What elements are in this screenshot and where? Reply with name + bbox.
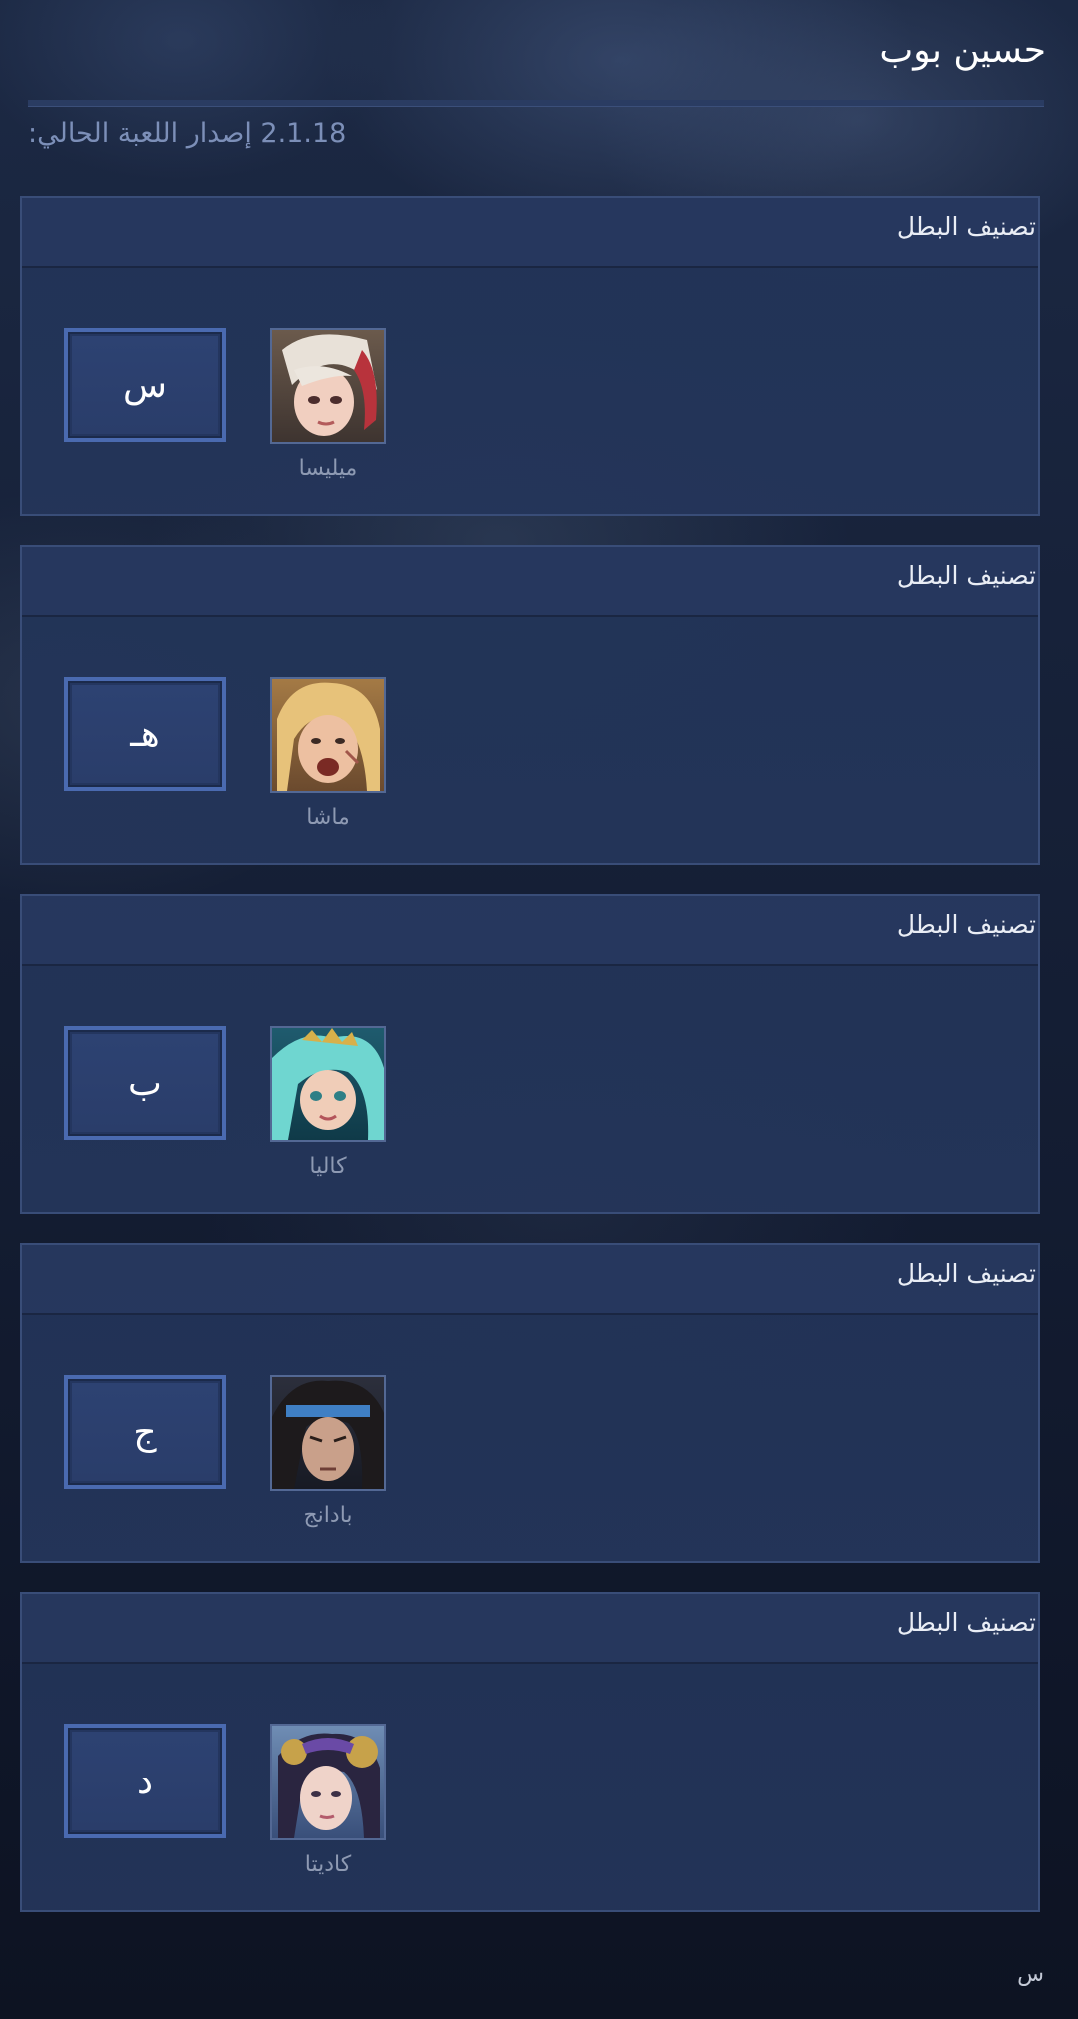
game-version: 2.1.18 إصدار اللعبة الحالي: xyxy=(28,118,347,149)
hero-rating-card: تصنيف البطل د كاديتا xyxy=(20,1592,1040,1912)
grade-letter: هـ xyxy=(72,685,218,783)
hero-rating-card: تصنيف البطل ب كاليا xyxy=(20,894,1040,1214)
card-header: تصنيف البطل xyxy=(22,547,1038,617)
card-title: تصنيف البطل xyxy=(896,910,1036,939)
hero-rating-card: تصنيف البطل ج بادانج xyxy=(20,1243,1040,1563)
hero-portrait-melissa[interactable] xyxy=(270,328,386,444)
grade-letter: ج xyxy=(72,1383,218,1481)
hero-name: كاليا xyxy=(309,1154,347,1179)
footer-letter: س xyxy=(1017,1962,1044,1987)
grade-letter: س xyxy=(72,336,218,434)
hero-portrait-kadita[interactable] xyxy=(270,1724,386,1840)
grade-badge[interactable]: س xyxy=(64,328,226,442)
hero-portrait-masha[interactable] xyxy=(270,677,386,793)
grade-letter: ب xyxy=(72,1034,218,1132)
hero-rating-card: تصنيف البطل هـ ماشا xyxy=(20,545,1040,865)
hero-rating-card: تصنيف البطل س ميليسا xyxy=(20,196,1040,516)
hero-portrait-badang[interactable] xyxy=(270,1375,386,1491)
card-title: تصنيف البطل xyxy=(896,561,1036,590)
card-header: تصنيف البطل xyxy=(22,896,1038,966)
hero-portrait-kalea[interactable] xyxy=(270,1026,386,1142)
card-header: تصنيف البطل xyxy=(22,1245,1038,1315)
page-title: حسين بوب xyxy=(879,30,1046,71)
card-title: تصنيف البطل xyxy=(896,212,1036,241)
grade-badge[interactable]: ج xyxy=(64,1375,226,1489)
hero-name: ماشا xyxy=(306,805,350,830)
card-title: تصنيف البطل xyxy=(896,1259,1036,1288)
hero-name: كاديتا xyxy=(304,1852,352,1877)
grade-badge[interactable]: ب xyxy=(64,1026,226,1140)
grade-badge[interactable]: د xyxy=(64,1724,226,1838)
card-header: تصنيف البطل xyxy=(22,1594,1038,1664)
title-divider xyxy=(28,100,1044,107)
card-title: تصنيف البطل xyxy=(896,1608,1036,1637)
card-header: تصنيف البطل xyxy=(22,198,1038,268)
hero-name: ميليسا xyxy=(298,456,358,481)
grade-letter: د xyxy=(72,1732,218,1830)
hero-name: بادانج xyxy=(303,1503,353,1528)
grade-badge[interactable]: هـ xyxy=(64,677,226,791)
